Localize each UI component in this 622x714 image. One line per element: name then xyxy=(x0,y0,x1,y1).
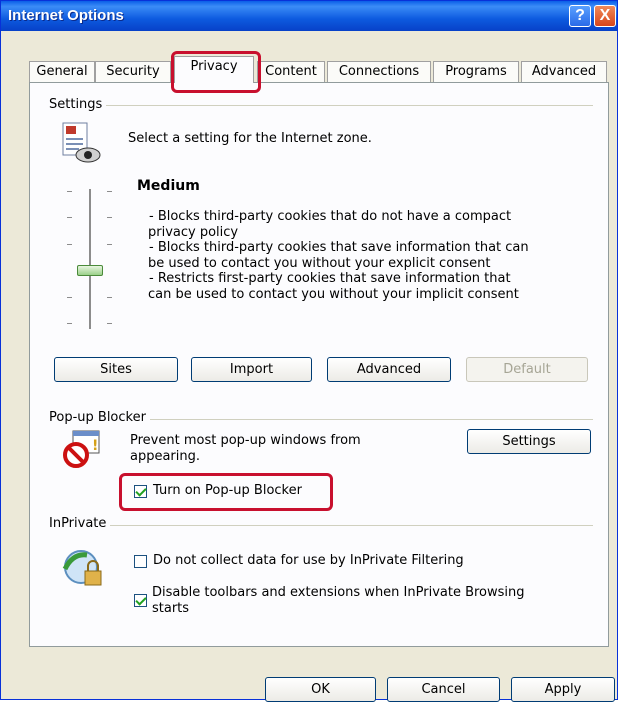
slider-tick xyxy=(67,191,72,192)
popup-blocker-checkbox-label[interactable]: Turn on Pop-up Blocker xyxy=(153,483,302,498)
slider-tick xyxy=(67,244,72,245)
cancel-button[interactable]: Cancel xyxy=(387,677,500,702)
slider-tick xyxy=(107,323,112,324)
slider-thumb[interactable] xyxy=(77,265,103,276)
settings-group-label: Settings xyxy=(45,97,107,112)
window-title: Internet Options xyxy=(8,7,124,24)
privacy-level-title: Medium xyxy=(137,178,200,194)
inprivate-group-divider xyxy=(47,525,593,526)
popup-description: Prevent most pop-up windows from appeari… xyxy=(130,433,361,465)
tab-general[interactable]: General xyxy=(29,61,95,82)
disable-toolbars-label-line: starts xyxy=(152,601,190,616)
tab-connections[interactable]: Connections xyxy=(327,61,431,82)
tab-programs[interactable]: Programs xyxy=(433,61,519,82)
help-button[interactable]: ? xyxy=(569,5,591,27)
svg-text:!: ! xyxy=(92,438,98,454)
title-bar[interactable]: Internet Options ? X xyxy=(1,1,617,31)
popup-group-label: Pop-up Blocker xyxy=(45,410,150,425)
privacy-document-icon xyxy=(61,121,101,165)
privacy-level-description: - Blocks third-party cookies that do not… xyxy=(148,209,529,302)
slider-track xyxy=(89,189,91,329)
slider-tick xyxy=(107,244,112,245)
inprivate-filtering-label[interactable]: Do not collect data for use by InPrivate… xyxy=(153,553,464,568)
description-line: - Blocks third-party cookies that do not… xyxy=(149,209,512,224)
settings-group-divider xyxy=(47,105,593,106)
advanced-button[interactable]: Advanced xyxy=(327,357,451,382)
slider-tick xyxy=(107,297,112,298)
apply-button[interactable]: Apply xyxy=(511,677,615,702)
description-line: - Blocks third-party cookies that save i… xyxy=(149,240,529,255)
popup-blocker-checkbox[interactable] xyxy=(134,485,147,498)
ok-button[interactable]: OK xyxy=(265,677,376,702)
sites-button[interactable]: Sites xyxy=(54,357,178,382)
popup-blocker-icon: ! xyxy=(63,429,103,469)
tab-content[interactable]: Content xyxy=(257,61,325,82)
disable-toolbars-label-line: Disable toolbars and extensions when InP… xyxy=(152,585,525,600)
slider-tick xyxy=(67,323,72,324)
import-button[interactable]: Import xyxy=(191,357,312,382)
inprivate-filtering-checkbox[interactable] xyxy=(134,555,147,568)
disable-toolbars-checkbox[interactable] xyxy=(134,594,147,607)
slider-tick xyxy=(107,217,112,218)
internet-options-window: Internet Options ? X General Security Pr… xyxy=(0,0,618,702)
tab-security[interactable]: Security xyxy=(95,61,171,82)
tab-privacy[interactable]: Privacy xyxy=(174,56,254,83)
description-line: privacy policy xyxy=(148,224,239,240)
close-button[interactable]: X xyxy=(594,5,616,27)
description-line: can be used to contact you without your … xyxy=(148,286,519,302)
tab-advanced[interactable]: Advanced xyxy=(521,61,607,82)
zone-instruction-text: Select a setting for the Internet zone. xyxy=(128,131,372,146)
disable-toolbars-label[interactable]: Disable toolbars and extensions when InP… xyxy=(152,585,525,617)
description-line: - Restricts first-party cookies that sav… xyxy=(149,271,511,286)
popup-settings-button[interactable]: Settings xyxy=(467,429,591,454)
slider-tick xyxy=(107,191,112,192)
popup-description-line: Prevent most pop-up windows from xyxy=(130,433,361,448)
default-button[interactable]: Default xyxy=(466,357,588,382)
slider-tick xyxy=(67,297,72,298)
slider-tick xyxy=(67,217,72,218)
description-line: be used to contact you without your expl… xyxy=(148,255,491,271)
inprivate-group-label: InPrivate xyxy=(45,516,111,531)
popup-description-line: appearing. xyxy=(130,449,201,464)
inprivate-icon xyxy=(61,547,107,591)
